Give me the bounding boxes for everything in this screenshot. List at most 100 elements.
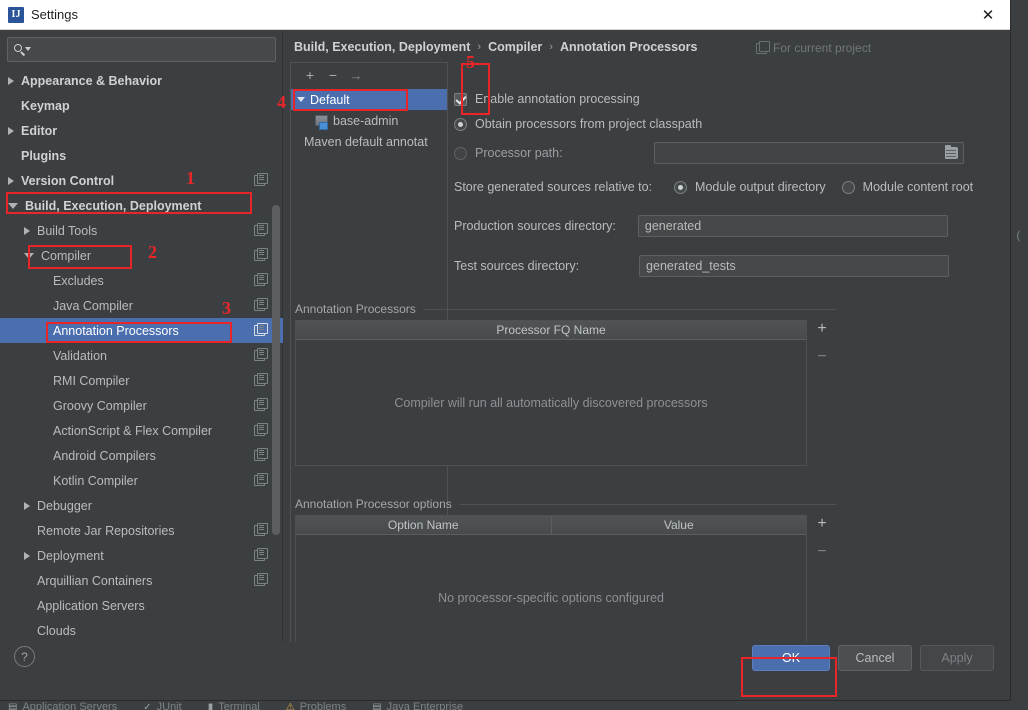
chevron-right-icon[interactable] [24,501,30,510]
sidebar-item-android-compilers[interactable]: Android Compilers [0,443,283,468]
copy-settings-icon[interactable] [254,523,268,536]
sidebar-item-actionscript-flex-compiler[interactable]: ActionScript & Flex Compiler [0,418,283,443]
status-item-problems[interactable]: ⚠ Problems [286,701,346,710]
intellij-idea-icon: IJ [8,6,24,23]
copy-settings-icon[interactable] [254,573,268,586]
enterprise-icon: ▤ [372,701,382,710]
sidebar-item-label: Groovy Compiler [53,398,147,413]
sidebar-scrollbar[interactable] [272,70,280,645]
status-item-java-enterprise[interactable]: ▤ Java Enterprise [372,701,463,710]
chevron-down-icon[interactable] [8,202,18,209]
copy-settings-icon[interactable] [254,548,268,561]
breadcrumb-part-2[interactable]: Annotation Processors [560,40,698,54]
sidebar-item-plugins[interactable]: Plugins [0,143,283,168]
sidebar-item-version-control[interactable]: Version Control [0,168,283,193]
module-output-directory-label: Module output directory [695,180,826,194]
column-header-option-name[interactable]: Option Name [296,516,552,534]
annotation-processors-table-wrap: Processor FQ Name Compiler will run all … [295,320,837,466]
ok-button[interactable]: OK [752,645,830,671]
module-output-directory-radio[interactable] [674,180,688,194]
search-input[interactable] [35,42,260,57]
settings-content: Build, Execution, Deployment › Compiler … [290,30,1010,661]
sidebar-item-label: Compiler [41,248,92,263]
copy-settings-icon[interactable] [254,273,268,286]
help-button[interactable]: ? [14,646,35,667]
add-option-button[interactable]: + [817,516,826,532]
chevron-right-icon[interactable] [8,176,14,185]
store-relative-row: Store generated sources relative to: Mod… [454,168,1002,206]
cancel-button[interactable]: Cancel [838,645,912,671]
breadcrumb-part-1[interactable]: Compiler [488,40,542,54]
test-sources-row: Test sources directory: generated_tests [454,246,1002,286]
chevron-right-icon[interactable] [24,226,30,235]
obtain-from-classpath-radio[interactable] [454,117,467,131]
breadcrumb-part-0[interactable]: Build, Execution, Deployment [294,40,470,54]
copy-settings-icon[interactable] [254,248,268,261]
copy-settings-icon[interactable] [254,473,268,486]
sidebar-scrollbar-thumb[interactable] [272,205,280,535]
status-item-terminal[interactable]: ▮ Terminal [208,701,260,710]
sidebar-item-kotlin-compiler[interactable]: Kotlin Compiler [0,468,283,493]
enable-annotation-processing-row[interactable]: Enable annotation processing [454,88,1002,110]
copy-settings-icon[interactable] [254,298,268,311]
copy-settings-icon[interactable] [254,398,268,411]
copy-settings-icon[interactable] [254,173,268,186]
sidebar-item-label: Clouds [37,623,76,638]
test-sources-input[interactable]: generated_tests [639,255,950,277]
sidebar-item-deployment[interactable]: Deployment [0,543,283,568]
chevron-down-icon[interactable] [24,252,34,259]
sidebar-item-clouds[interactable]: Clouds [0,618,283,643]
production-sources-input[interactable]: generated [637,215,948,237]
close-icon[interactable]: ✕ [966,0,1010,29]
column-header-value[interactable]: Value [551,516,806,534]
folder-browse-icon[interactable] [944,145,958,159]
sidebar-item-rmi-compiler[interactable]: RMI Compiler [0,368,283,393]
sidebar-item-remote-jar-repositories[interactable]: Remote Jar Repositories [0,518,283,543]
processor-path-radio[interactable] [454,146,467,160]
sidebar-item-build-tools[interactable]: Build Tools [0,218,283,243]
copy-settings-icon[interactable] [254,348,268,361]
sidebar-item-annotation-processors[interactable]: Annotation Processors [0,318,283,343]
sidebar-item-groovy-compiler[interactable]: Groovy Compiler [0,393,283,418]
module-content-root-radio[interactable] [841,180,855,194]
apply-button[interactable]: Apply [920,645,994,671]
processor-path-input[interactable] [653,142,964,164]
for-current-project-label[interactable]: For current project [756,40,871,55]
production-sources-label: Production sources directory: [454,219,616,233]
sidebar-item-validation[interactable]: Validation [0,343,283,368]
remove-option-button[interactable]: − [817,544,826,560]
enable-annotation-processing-checkbox[interactable] [454,92,467,106]
sidebar-item-label: Debugger [37,498,92,513]
sidebar-item-label: Validation [53,348,107,363]
sidebar-item-build-execution-deployment[interactable]: Build, Execution, Deployment [0,193,283,218]
annotation-processors-group: Annotation Processors Processor FQ Name … [295,302,837,466]
sidebar-item-compiler[interactable]: Compiler [0,243,283,268]
status-item-application-servers[interactable]: ▤ Application Servers [8,701,117,710]
annotation-processor-options-title: Annotation Processor options [295,497,452,511]
chevron-right-icon[interactable] [24,551,30,560]
sidebar-item-keymap[interactable]: Keymap [0,93,283,118]
column-header-processor-fq-name[interactable]: Processor FQ Name [296,321,806,339]
sidebar-item-debugger[interactable]: Debugger [0,493,283,518]
search-box[interactable] [7,37,276,62]
add-processor-button[interactable]: + [817,321,826,337]
copy-settings-icon[interactable] [254,373,268,386]
sidebar-item-java-compiler[interactable]: Java Compiler [0,293,283,318]
status-item-junit[interactable]: ✓ JUnit [143,701,181,710]
obtain-from-classpath-row[interactable]: Obtain processors from project classpath [454,110,1002,138]
copy-settings-icon[interactable] [254,223,268,236]
sidebar-item-application-servers[interactable]: Application Servers [0,593,283,618]
chevron-right-icon[interactable] [8,126,14,135]
remove-processor-button[interactable]: − [817,349,826,365]
annotation-processor-options-group: Annotation Processor options Option Name… [295,497,837,661]
chevron-right-icon[interactable] [8,76,14,85]
sidebar-item-appearance-behavior[interactable]: Appearance & Behavior [0,68,283,93]
copy-settings-icon[interactable] [254,448,268,461]
copy-settings-icon[interactable] [254,423,268,436]
sidebar-item-arquillian-containers[interactable]: Arquillian Containers [0,568,283,593]
copy-settings-icon[interactable] [254,323,268,336]
sidebar-item-editor[interactable]: Editor [0,118,283,143]
sidebar-item-label: Excludes [53,273,104,288]
sidebar-item-label: Remote Jar Repositories [37,523,175,538]
sidebar-item-excludes[interactable]: Excludes [0,268,283,293]
